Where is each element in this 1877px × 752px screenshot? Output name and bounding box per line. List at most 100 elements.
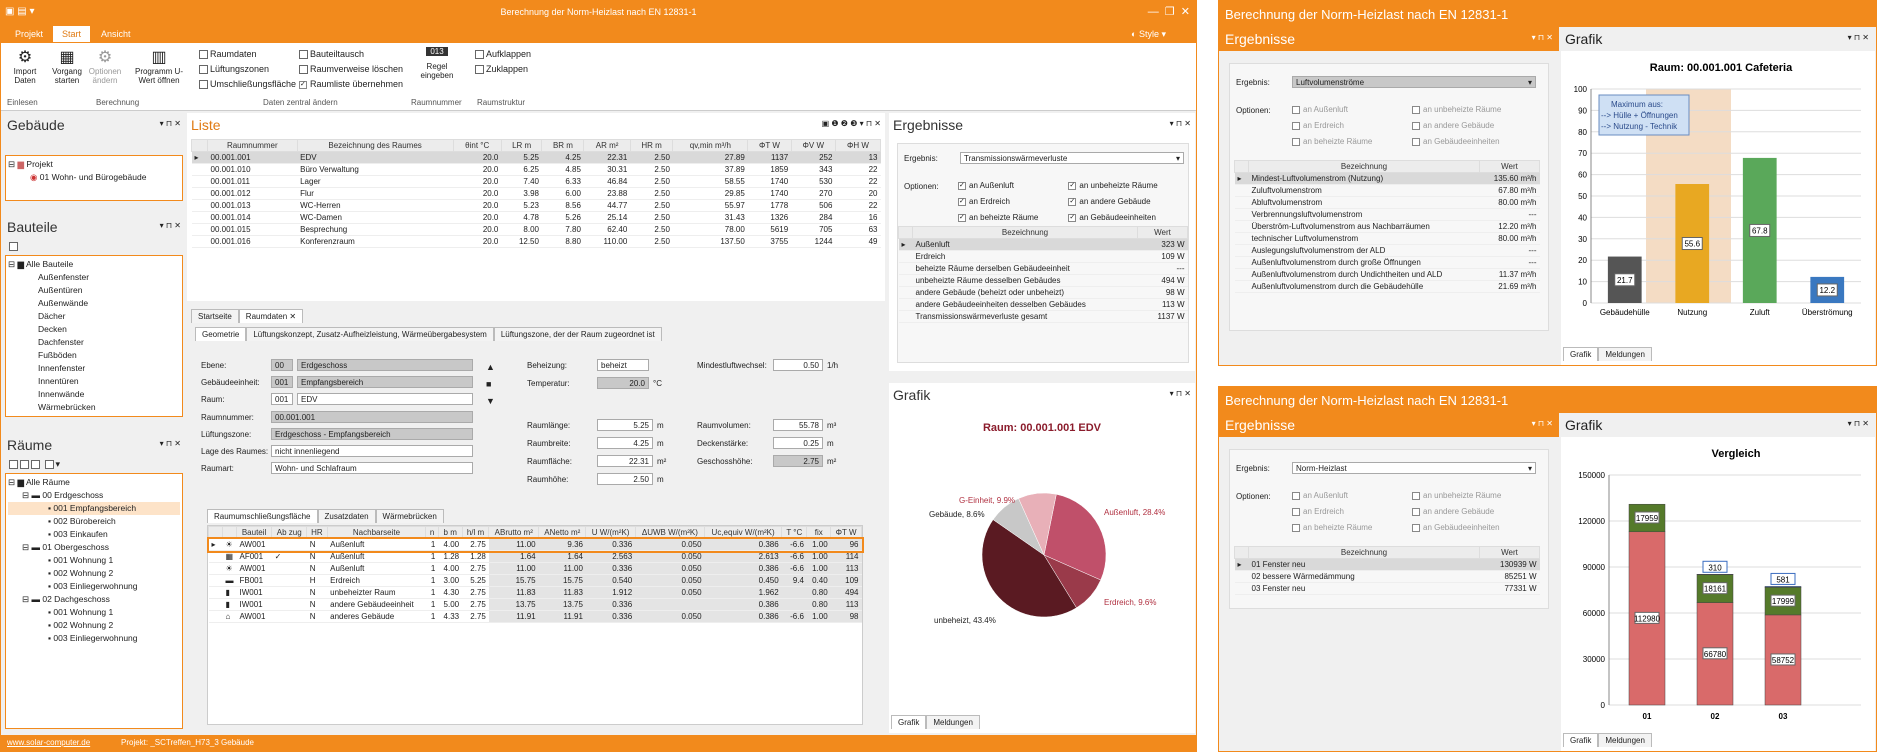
row-selector[interactable] [898,310,913,323]
liste-col-header[interactable]: ΦH W [834,139,882,152]
table-row[interactable]: andere Gebäude (beheizt oder unbeheizt) 9… [898,286,1188,299]
tree-item-room[interactable]: ▪ 001 Wohnung 1 [8,554,180,567]
option-checkbox[interactable]: an Außenluft [1292,491,1412,506]
bauteil-col-header[interactable]: HR [306,526,328,539]
panel-controls[interactable]: ▾ ⊓ ✕ [160,439,181,448]
tree-item-room[interactable]: ▪ 002 Bürobereich [8,515,180,528]
table-row[interactable]: ▸ 00.001.001 EDV 20.0 5.25 4.25 22.31 2.50 27.89… [191,151,881,164]
bauteil-col-header[interactable]: n [425,526,439,539]
bauteil-col-header[interactable]: b m [437,526,463,539]
tree-item-alle-raeume[interactable]: ⊟ ▆ Alle Räume [8,476,180,489]
row-selector[interactable] [208,598,223,611]
table-cell[interactable]: ✓ [271,550,307,563]
subtab-lueftung[interactable]: Lüftungskonzept, Zusatz-Aufheizleistung,… [246,327,494,341]
tree-item-room[interactable]: ▪ 001 Wohnung 1 [8,606,180,619]
tree-item-floor[interactable]: ⊟ ▬ 00 Erdgeschoss [8,489,180,502]
option-checkbox[interactable]: ✓ an unbeheizte Räume [1068,181,1178,196]
row-selector[interactable] [191,163,208,176]
tree-item-floor[interactable]: ⊟ ▬ 02 Dachgeschoss [8,593,180,606]
raum-code[interactable]: 001 [271,393,293,405]
row-selector[interactable] [208,610,223,623]
tab-zusatzdaten[interactable]: Zusatzdaten [317,509,376,523]
tree-item-alle-bauteile[interactable]: ⊟ ▆ Alle Bauteile [8,258,180,271]
table-row[interactable]: Transmissionswärmeverluste gesamt 1137 W [898,310,1188,323]
table-cell[interactable] [271,586,307,599]
hoehe-input[interactable]: 2.50 [597,473,653,485]
tab-grafik[interactable]: Grafik [891,715,927,729]
option-checkbox[interactable]: an andere Gebäude [1412,121,1532,136]
row-selector[interactable] [1234,184,1249,197]
liste-controls[interactable]: ▣ ❶ ❷ ❸ ▾ ⊓ ✕ [822,119,881,128]
tree-item-room[interactable]: ▪ 003 Einliegerwohnung [8,580,180,593]
tree-item[interactable]: Außenwände [8,297,180,310]
row-selector[interactable] [898,298,913,311]
table-row[interactable]: Außenluftvolumenstrom durch Undichtheite… [1234,268,1540,281]
row-selector[interactable] [1234,232,1249,245]
liste-col-header[interactable]: HR m [629,139,674,152]
row-selector[interactable] [208,574,223,587]
window-controls[interactable]: — ❐ ✕ [1148,5,1190,18]
row-selector[interactable] [208,550,223,563]
table-row[interactable]: ▸ Außenluft 323 W [898,238,1188,251]
tab-projekt[interactable]: Projekt [15,29,43,39]
liste-col-header[interactable]: LR m [500,139,543,152]
liste-col-header[interactable]: AR m² [583,139,631,152]
row-selector[interactable] [191,199,208,212]
tab-grafik[interactable]: Grafik [1563,733,1599,747]
panel-controls[interactable]: ▾ ⊓ ✕ [1170,119,1191,128]
regel-button[interactable]: 013 Regel eingeben [417,47,457,80]
tree-item[interactable]: Außentüren [8,284,180,297]
row-selector[interactable] [1234,244,1249,257]
new-icon[interactable] [9,241,20,252]
table-row[interactable]: 00.001.011 Lager 20.0 7.40 6.33 46.84 2.50 58.5… [191,175,881,188]
table-row[interactable]: ▮ IW001 Nandere Gebäudeeinheit 1 5.00 2.75 13.… [208,598,862,611]
panel-controls[interactable]: ▾ ⊓ ✕ [1848,419,1869,428]
row-selector[interactable] [898,250,913,263]
liste-col-header[interactable]: qv,min m³/h [672,139,749,152]
bauteil-col-header[interactable]: fix [806,526,832,539]
decke-input[interactable]: 0.25 [773,437,823,449]
row-selector[interactable] [1234,256,1249,269]
liste-col-header[interactable]: Bezeichnung des Raumes [296,139,454,152]
website-link[interactable]: www.solar-computer.de [7,738,90,747]
row-selector[interactable] [1234,196,1249,209]
liste-col-header[interactable]: BR m [541,139,585,152]
subtab-zone[interactable]: Lüftungszone, der der Raum zugeordnet is… [493,327,662,341]
optionen-button[interactable]: ⚙ Optionen ändern [87,47,123,85]
bauteil-col-header[interactable]: ABrutto m² [488,526,540,539]
table-row[interactable]: ▸ Mindest-Luftvolumenstrom (Nutzung) 135.6… [1234,172,1540,185]
table-row[interactable]: technischer Luftvolumenstrom 80.00 m³/h [1234,232,1540,245]
bauteil-col-header[interactable]: ΦT W [830,526,862,539]
row-selector[interactable] [208,562,223,575]
tree-item[interactable]: Decken [8,323,180,336]
table-row[interactable]: 00.001.013 WC-Herren 20.0 5.23 8.56 44.77 2.50… [191,199,881,212]
liste-col-header[interactable]: θint °C [452,139,502,152]
bauteil-col-header[interactable]: Uc,equiv W/(m²K) [704,526,783,539]
table-row[interactable]: ▸ 01 Fenster neu 130939 W [1234,558,1540,571]
table-row[interactable]: 02 bessere Wärmedämmung 85251 W [1234,570,1540,583]
bauteil-col-header[interactable]: T °C [781,526,808,539]
tree-item[interactable]: Außenfenster [8,271,180,284]
row-selector[interactable] [1234,280,1249,293]
row-selector[interactable] [898,286,913,299]
row-selector[interactable] [1234,570,1249,583]
table-cell[interactable] [271,610,307,623]
volumen-input[interactable]: 55.78 [773,419,823,431]
option-checkbox[interactable]: an Erdreich [1292,121,1412,136]
tree-item-room[interactable]: ▪ 002 Wohnung 2 [8,619,180,632]
raum-name-input[interactable]: EDV [297,393,473,405]
row-selector[interactable] [1234,582,1249,595]
table-cell[interactable] [271,538,307,551]
table-row[interactable]: Erdreich 109 W [898,250,1188,263]
subtab-geometrie[interactable]: Geometrie [195,327,247,341]
table-cell[interactable] [271,598,307,611]
row-selector[interactable]: ▸ [208,538,223,551]
option-checkbox[interactable]: an unbeheizte Räume [1412,105,1532,120]
tree-item-room[interactable]: ▪ 002 Wohnung 2 [8,567,180,580]
tab-startseite[interactable]: Startseite [191,309,239,323]
table-row[interactable]: Überström-Luftvolumenstrom aus Nachbarrä… [1234,220,1540,233]
tab-meldungen[interactable]: Meldungen [1598,733,1652,747]
bauteil-col-header[interactable]: Ab zug [271,526,308,539]
panel-controls[interactable]: ▾ ⊓ ✕ [1532,419,1553,428]
table-row[interactable]: ⌂ AW001 Nanderes Gebäude 1 4.33 2.75 11.91 11.9… [208,610,862,623]
